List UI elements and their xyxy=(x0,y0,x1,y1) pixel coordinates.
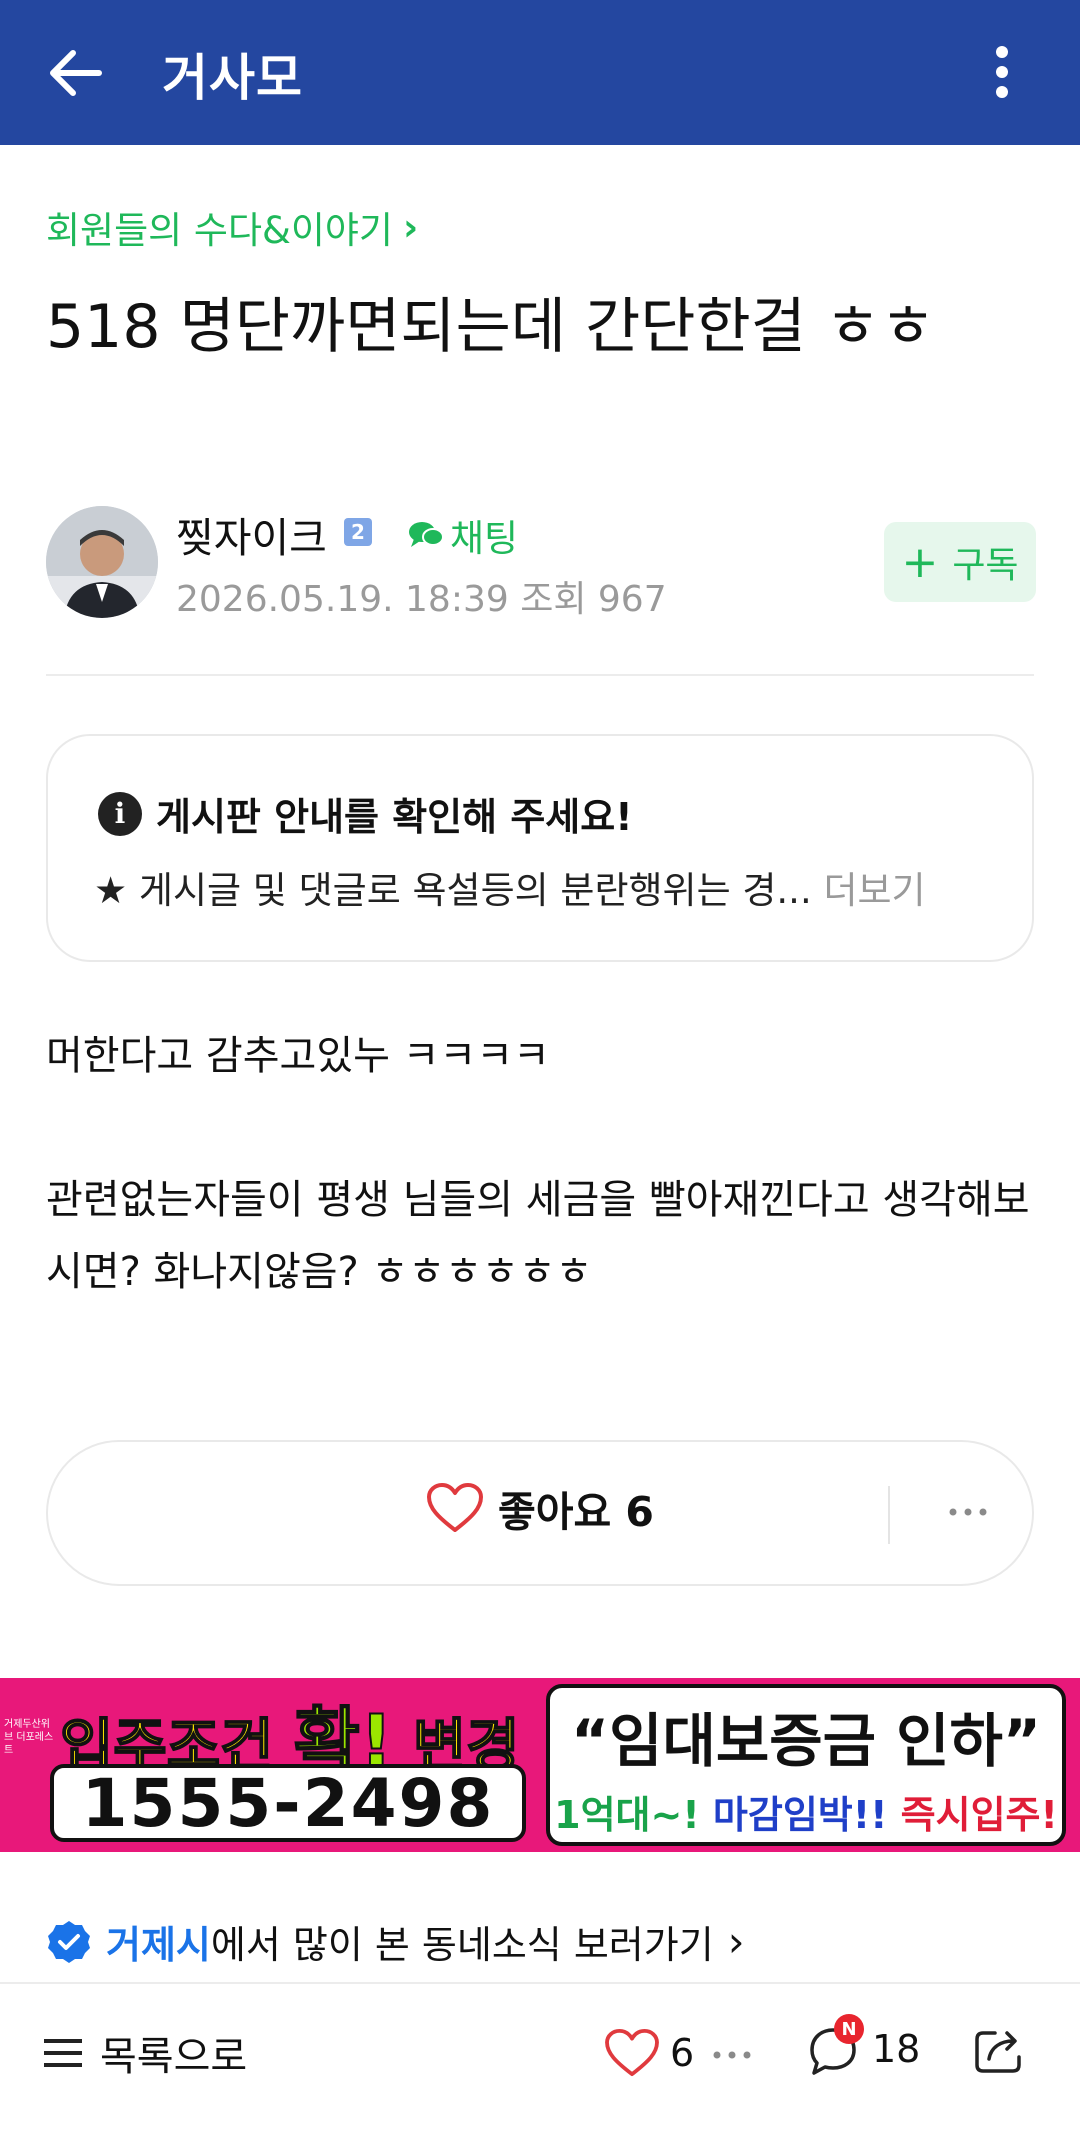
comment-count: 18 xyxy=(872,2027,921,2071)
author-avatar[interactable] xyxy=(46,506,158,618)
menu-lines-icon xyxy=(44,2039,82,2067)
share-button[interactable] xyxy=(970,2020,1030,2080)
like-label: 좋아요 6 xyxy=(498,1488,654,1536)
ad-right-panel: “임대보증금 인하” 1억대~! 마감임박!! 즉시입주! xyxy=(546,1684,1066,1846)
chevron-right-icon: › xyxy=(727,1917,745,1966)
post-body: 머한다고 감추고있누 ㅋㅋㅋㅋ 관련없는자들이 평생 님들의 세금을 빨아재낀다… xyxy=(46,1020,1036,1380)
arrow-left-icon xyxy=(50,50,102,96)
ad-subline-part: 즉시입주! xyxy=(900,1793,1058,1837)
heart-icon xyxy=(605,2028,659,2077)
post-action-bar: 좋아요 6 xyxy=(46,1440,1034,1586)
back-to-list-button[interactable]: 목록으로 xyxy=(44,2024,247,2082)
body-paragraph: 관련없는자들이 평생 님들의 세금을 빨아재낀다고 생각해보시면? 화나지않음?… xyxy=(46,1177,1030,1295)
bottom-bar: 목록으로 6 N 18 xyxy=(0,1982,1080,2131)
ad-subline-part: 1억대~! xyxy=(554,1793,713,1837)
info-icon: i xyxy=(98,791,142,836)
post-title: 518 명단까면되는데 간단한걸 ㅎㅎ xyxy=(46,292,936,362)
ad-phone-number: 1555-2498 xyxy=(50,1764,526,1842)
plus-icon: + xyxy=(901,536,939,588)
chat-label: 채팅 xyxy=(450,517,519,560)
new-comment-badge: N xyxy=(834,2014,864,2044)
ad-brand-text: 거제두산위브 더포레스트 xyxy=(4,1719,54,1756)
body-paragraph: 머한다고 감추고있누 ㅋㅋㅋㅋ xyxy=(46,1033,550,1079)
neighbor-label: 에서 많이 본 동네소식 보러가기 xyxy=(210,1923,714,1967)
horizontal-dots-icon xyxy=(713,2051,751,2059)
comment-icon-wrap: N xyxy=(804,2014,864,2078)
neighborhood-news-link[interactable]: 거제시에서 많이 본 동네소식 보러가기 › xyxy=(46,1914,745,1969)
ad-right-subline: 1억대~! 마감임박!! 즉시입주! xyxy=(550,1784,1062,1839)
chat-bubbles-icon xyxy=(409,522,444,547)
notice-title: 게시판 안내를 확인해 주세요! xyxy=(156,795,633,839)
share-icon xyxy=(975,2031,1021,2073)
like-button[interactable]: 좋아요 6 xyxy=(426,1478,654,1538)
back-button[interactable] xyxy=(44,42,106,104)
author-name[interactable]: 찢자이크 xyxy=(176,504,327,564)
ad-subline-part: 마감임박!! xyxy=(712,1793,901,1837)
more-options-button[interactable] xyxy=(980,40,1024,104)
board-name: 회원들의 수다&이야기 xyxy=(46,209,393,252)
app-title: 거사모 xyxy=(162,49,303,107)
notice-title-row: i 게시판 안내를 확인해 주세요! xyxy=(98,786,633,841)
post-meta: 2026.05.19. 18:39 조회 967 xyxy=(176,579,667,620)
ad-banner[interactable]: 거제두산위브 더포레스트 입주조건 확! 변경 1555-2498 “임대보증금… xyxy=(0,1678,1080,1852)
avatar-image xyxy=(46,506,158,618)
verified-check-icon xyxy=(48,1920,90,1963)
notice-text: ★ 게시글 및 댓글로 욕설등의 분란행위는 경... xyxy=(94,869,812,912)
board-breadcrumb[interactable]: 회원들의 수다&이야기 › xyxy=(46,200,418,254)
board-notice-card[interactable]: i 게시판 안내를 확인해 주세요! ★ 게시글 및 댓글로 욕설등의 분란행위… xyxy=(46,734,1034,962)
vertical-dots-icon xyxy=(996,46,1008,98)
post-more-button[interactable] xyxy=(938,1482,998,1542)
list-label: 목록으로 xyxy=(100,2034,248,2080)
bottom-like-button[interactable]: 6 xyxy=(604,2028,694,2078)
app-bar: 거사모 xyxy=(0,0,1080,145)
subscribe-button[interactable]: + 구독 xyxy=(884,522,1036,602)
divider xyxy=(46,674,1034,676)
heart-icon xyxy=(427,1483,483,1532)
ad-right-headline: “임대보증금 인하” xyxy=(571,1707,1041,1775)
divider xyxy=(888,1486,890,1544)
like-count: 6 xyxy=(670,2031,695,2075)
chat-button[interactable]: 채팅 xyxy=(408,508,518,562)
horizontal-dots-icon xyxy=(949,1508,987,1516)
bottom-more-button[interactable] xyxy=(712,2040,752,2070)
notice-body: ★ 게시글 및 댓글로 욕설등의 분란행위는 경... 더보기 xyxy=(94,860,926,914)
member-level-badge: 2 xyxy=(344,518,372,546)
neighbor-city: 거제시 xyxy=(106,1923,211,1967)
subscribe-label: 구독 xyxy=(952,545,1019,586)
comments-button[interactable]: N 18 xyxy=(804,2014,921,2078)
chevron-right-icon: › xyxy=(402,205,419,249)
notice-more-link[interactable]: 더보기 xyxy=(823,869,925,912)
neighbor-text: 거제시에서 많이 본 동네소식 보러가기 xyxy=(106,1914,714,1969)
